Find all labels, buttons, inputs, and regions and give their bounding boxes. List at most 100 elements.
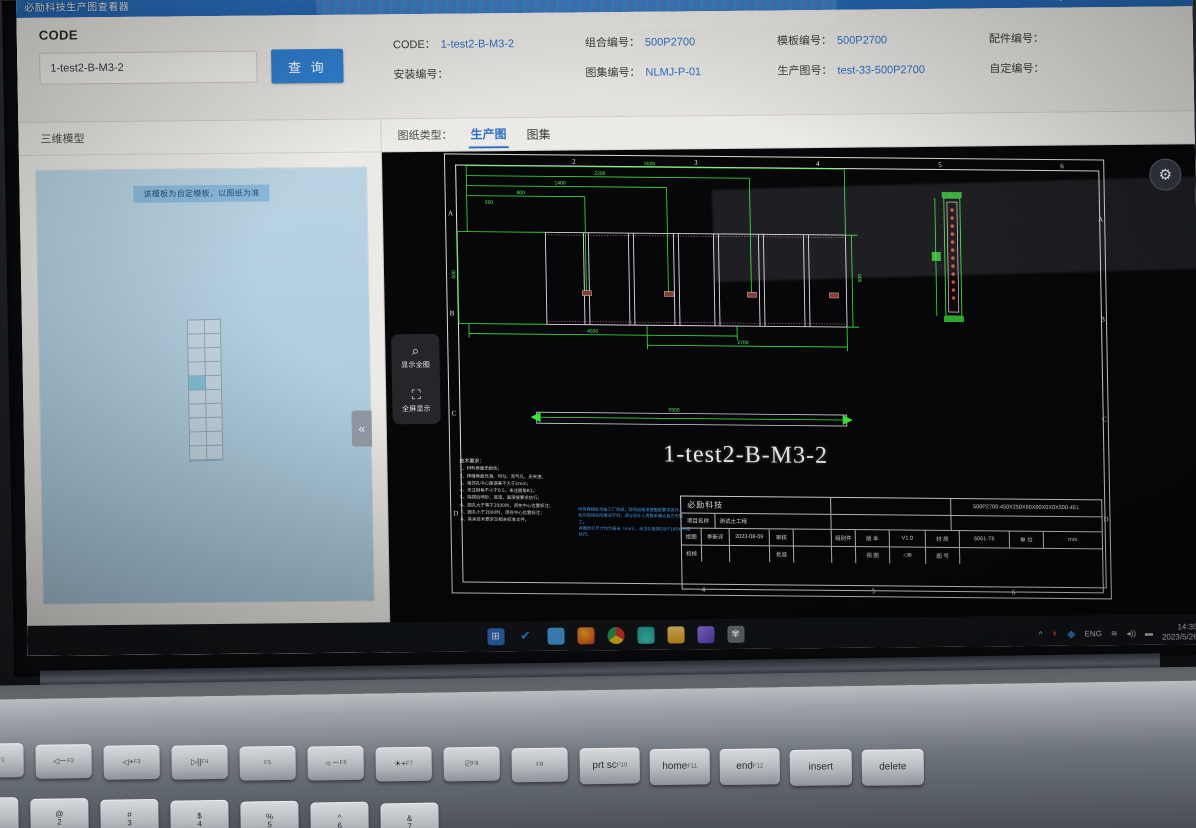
- main-assembly-outline: [544, 231, 848, 328]
- cad-app-icon[interactable]: ✾: [726, 625, 745, 643]
- fit-to-screen-button[interactable]: ⌕ 显示全图: [401, 343, 431, 370]
- model-cell: [187, 319, 221, 335]
- model-cell: [189, 403, 222, 419]
- blue-annotation-note: 所有焊接处均由工厂完成；现场组装须按图纸要求执行， 如与现场实际情况不符，须与设…: [578, 507, 691, 540]
- model-tab-row: 三维模型: [18, 119, 381, 156]
- file-explorer-icon[interactable]: [666, 625, 685, 644]
- model-cell: [188, 347, 221, 363]
- battery-icon[interactable]: ▬: [1145, 628, 1153, 637]
- fit-to-screen-label: 显示全图: [401, 361, 431, 370]
- material-value: 6061-T6: [959, 531, 1011, 548]
- code-search-area: CODE 1-test2-B-M3-2 查 询: [16, 14, 378, 122]
- code-input[interactable]: 1-test2-B-M3-2: [39, 50, 258, 85]
- review-value: [793, 529, 832, 546]
- onedrive-icon[interactable]: [636, 626, 655, 644]
- approve-label: 批准: [769, 546, 795, 563]
- unit-label: 单 位: [1009, 531, 1045, 548]
- main-body: 三维模型 该模板为自定模板，以图纸为准 « 图纸类型： 生产图 图集 ⌕ 显示全…: [18, 111, 1196, 656]
- key-3[interactable]: #3: [100, 798, 159, 828]
- key-2[interactable]: @2: [30, 798, 89, 828]
- meta-template-value: 500P2700: [836, 34, 888, 47]
- meta-combination-value: 500P2700: [644, 36, 696, 49]
- collapse-panel-button[interactable]: «: [351, 410, 373, 447]
- key-4[interactable]: $4: [170, 799, 229, 828]
- key-f5[interactable]: F5: [239, 745, 296, 781]
- model-panel: 三维模型 该模板为自定模板，以图纸为准: [18, 119, 391, 656]
- key-end[interactable]: end F12: [719, 748, 781, 786]
- meta-production-dwg: 生产图号： test-33-500P2700: [777, 60, 989, 78]
- messenger-icon[interactable]: ◆: [1067, 627, 1076, 640]
- photo-of-laptop-screen: 必励科技生产图查看器 ⚙ － ✕ CODE 1-test2-B-M3-2 查 询: [0, 0, 1196, 828]
- template-notice-banner: 该模板为自定模板，以图纸为准: [133, 184, 270, 203]
- dim-2700: 2700: [737, 340, 749, 347]
- start-windows-icon[interactable]: ⊞: [486, 627, 505, 645]
- meta-atlas-label: 图集编号：: [585, 66, 641, 80]
- key-f3[interactable]: ◁+ F3: [103, 744, 160, 780]
- fullscreen-button[interactable]: ⛶ 全屏显示: [402, 387, 431, 414]
- key-f7[interactable]: ☀+ F7: [375, 746, 432, 782]
- tab-production-drawing[interactable]: 生产图: [468, 120, 509, 148]
- close-icon[interactable]: ✕: [1163, 0, 1174, 2]
- key-7[interactable]: & 7: [380, 802, 439, 828]
- meta-atlas: 图集编号： NLMJ-P-01: [585, 62, 777, 80]
- meta-combination: 组合编号： 500P2700: [585, 32, 777, 50]
- group-part-value: [831, 546, 857, 564]
- todo-check-icon[interactable]: ✔: [517, 627, 534, 644]
- meta-column-2: 组合编号： 500P2700 图集编号： NLMJ-P-01: [585, 32, 778, 80]
- app-window: CODE 1-test2-B-M3-2 查 询 CODE： 1-test2-B-M…: [16, 6, 1196, 656]
- code-input-value: 1-test2-B-M3-2: [50, 61, 124, 75]
- tray-chevron-up-icon[interactable]: ^: [1039, 629, 1043, 638]
- key-f7-label: F7: [406, 760, 414, 767]
- key-f9[interactable]: F9: [511, 747, 569, 783]
- blue-note-line: 本图所示尺寸均为毫米（mm），未注公差按GB/T1804-m级执行。: [578, 525, 691, 537]
- language-indicator[interactable]: ENG: [1084, 629, 1102, 638]
- meta-column-1: CODE： 1-test2-B-M3-2 安装编号：: [393, 34, 586, 82]
- meta-install: 安装编号：: [393, 64, 585, 82]
- key-f1[interactable]: ◁×F1: [0, 743, 24, 778]
- canvas-settings-button[interactable]: ⚙: [1149, 158, 1182, 191]
- display-icon[interactable]: [546, 627, 565, 645]
- key-print-screen[interactable]: prt sc F10: [579, 747, 641, 785]
- key-f4[interactable]: ▷|| F4: [171, 744, 228, 780]
- hatch-top: [545, 234, 848, 325]
- model-cell: [188, 375, 222, 391]
- app-purple-icon[interactable]: [696, 625, 715, 643]
- window-controls: ⚙ － ✕: [1054, 0, 1185, 3]
- 3d-model-viewport[interactable]: 该模板为自定模板，以图纸为准: [35, 166, 375, 605]
- title-block-blank-2: [831, 514, 952, 530]
- chrome-icon[interactable]: [606, 626, 625, 644]
- checked-date: [729, 545, 771, 563]
- key-f8[interactable]: ⎚ F8: [443, 746, 500, 782]
- view-projection-symbol: ◁⊕: [889, 547, 927, 564]
- meta-column-3: 模板编号： 500P2700 生产图号： test-33-500P2700: [777, 30, 990, 78]
- meta-custom-label: 自定编号：: [989, 62, 1045, 76]
- key-f6[interactable]: ☼－ F6: [307, 745, 364, 781]
- model-cell: [190, 445, 223, 461]
- key-f2[interactable]: ◁－ F2: [35, 743, 92, 779]
- wifi-icon[interactable]: ≋: [1111, 629, 1118, 638]
- dim-2200: 2200: [594, 170, 606, 177]
- app-title: 必励科技生产图查看器: [24, 1, 130, 14]
- key-f9-label: F9: [536, 761, 544, 768]
- clock[interactable]: 14:35 2023/5/26: [1162, 622, 1196, 642]
- key-insert[interactable]: insert: [789, 749, 853, 787]
- query-button[interactable]: 查 询: [271, 48, 344, 84]
- antivirus-icon[interactable]: ◗: [1051, 628, 1058, 640]
- key-5[interactable]: % 5: [240, 800, 299, 828]
- meta-production-dwg-value: test-33-500P2700: [837, 63, 926, 77]
- volume-icon[interactable]: ◂)): [1127, 628, 1137, 637]
- tab-atlas[interactable]: 图集: [524, 121, 552, 146]
- tab-3d-model[interactable]: 三维模型: [40, 130, 84, 146]
- settings-gear-icon[interactable]: ⚙: [1054, 0, 1066, 3]
- firefox-icon[interactable]: [576, 626, 595, 644]
- key-home[interactable]: home F11: [649, 748, 711, 786]
- key-6[interactable]: ^ 6: [310, 801, 369, 828]
- model-cell: [188, 361, 221, 377]
- key-delete[interactable]: delete: [861, 748, 925, 786]
- system-tray: ^ ◗ ◆ ENG ≋ ◂)) ▬ 14:35 2023/5/26: [1038, 622, 1196, 644]
- minimize-icon[interactable]: －: [1108, 0, 1121, 3]
- cad-canvas[interactable]: ⌕ 显示全图 ⛶ 全屏显示 ⚙ 2 3 4 5 6 A B C D A B C …: [381, 144, 1196, 654]
- meta-code: CODE： 1-test2-B-M3-2: [393, 34, 585, 52]
- key-1[interactable]: !1: [0, 797, 19, 828]
- dim-4500: 4500: [587, 328, 599, 335]
